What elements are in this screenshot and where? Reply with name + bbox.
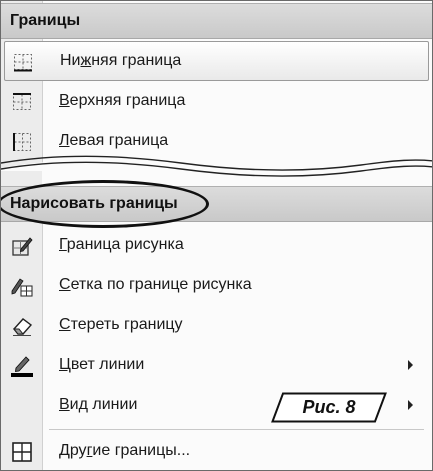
- menu-item-line-color[interactable]: Цвет линии: [1, 345, 432, 385]
- draw-border-icon: [12, 237, 33, 256]
- borders-section-header: Границы: [1, 3, 432, 39]
- torn-edge-divider: [1, 155, 432, 185]
- draw-borders-section-header: Нарисовать границы: [1, 186, 432, 222]
- submenu-arrow-icon: [408, 400, 413, 410]
- borders-menu: Границы Нижняя граница Верхняя граница Л…: [0, 0, 433, 471]
- draw-header-label: Нарисовать границы: [10, 195, 178, 212]
- menu-item-draw-border[interactable]: Граница рисунка: [1, 225, 432, 265]
- top-border-icon: [13, 93, 31, 110]
- left-border-icon: [13, 133, 31, 151]
- pencil-line-color-icon: [11, 356, 33, 377]
- all-borders-icon: [12, 442, 32, 462]
- draw-grid-icon: [11, 278, 33, 297]
- submenu-arrow-icon: [408, 360, 413, 370]
- menu-item-draw-grid[interactable]: Сетка по границе рисунка: [1, 265, 432, 305]
- bottom-border-icon: [14, 54, 32, 72]
- borders-header-label: Границы: [10, 12, 81, 29]
- menu-separator: [49, 429, 424, 430]
- menu-item-more-borders[interactable]: Другие границы...: [1, 431, 432, 470]
- menu-item-erase-border[interactable]: Стереть границу: [1, 305, 432, 345]
- menu-item-bottom-border[interactable]: Нижняя граница: [4, 41, 429, 81]
- menu-item-top-border[interactable]: Верхняя граница: [1, 81, 432, 121]
- menu-item-line-style[interactable]: Вид линии: [1, 385, 432, 425]
- eraser-icon: [12, 318, 33, 336]
